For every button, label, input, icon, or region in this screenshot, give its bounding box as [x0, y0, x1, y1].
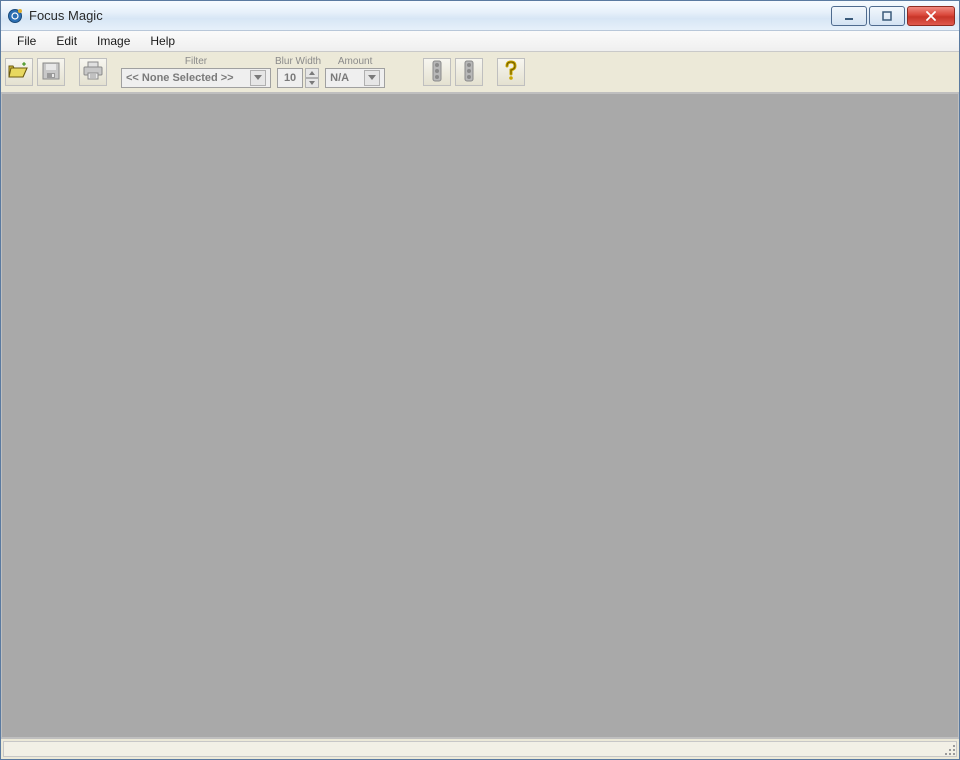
- menu-edit[interactable]: Edit: [46, 31, 87, 51]
- blur-width-value: 10: [277, 68, 303, 88]
- amount-group: Amount N/A: [325, 56, 385, 88]
- open-button[interactable]: [5, 58, 33, 86]
- amount-value: N/A: [330, 72, 349, 84]
- window-title: Focus Magic: [29, 8, 103, 23]
- menu-file[interactable]: File: [7, 31, 46, 51]
- process-before-button: [423, 58, 451, 86]
- amount-label: Amount: [338, 56, 372, 67]
- save-button: [37, 58, 65, 86]
- blur-width-spinner[interactable]: 10: [277, 68, 319, 88]
- app-window: Focus Magic File Edit Image Help: [0, 0, 960, 760]
- app-icon: [7, 8, 23, 24]
- chevron-down-icon: [364, 70, 380, 86]
- blur-width-label: Blur Width: [275, 56, 321, 67]
- help-button[interactable]: [497, 58, 525, 86]
- filter-select[interactable]: << None Selected >>: [121, 68, 271, 88]
- menu-help[interactable]: Help: [140, 31, 185, 51]
- menubar: File Edit Image Help: [1, 31, 959, 52]
- filter-group: Filter << None Selected >>: [121, 56, 271, 88]
- toolbar: Filter << None Selected >> Blur Width 10: [1, 52, 959, 93]
- close-button[interactable]: [907, 6, 955, 26]
- minimize-button[interactable]: [831, 6, 867, 26]
- print-button: [79, 58, 107, 86]
- process-after-button: [455, 58, 483, 86]
- spinner-down-icon[interactable]: [305, 78, 319, 88]
- chevron-down-icon: [250, 70, 266, 86]
- filter-value: << None Selected >>: [126, 72, 234, 84]
- workspace[interactable]: [1, 93, 959, 738]
- resize-grip-icon[interactable]: [941, 741, 957, 757]
- blur-width-group: Blur Width 10: [275, 56, 321, 88]
- open-folder-icon: [8, 62, 30, 83]
- menu-image[interactable]: Image: [87, 31, 140, 51]
- save-icon: [41, 61, 61, 84]
- amount-select[interactable]: N/A: [325, 68, 385, 88]
- help-icon: [503, 60, 519, 85]
- filter-label: Filter: [185, 56, 207, 67]
- titlebar[interactable]: Focus Magic: [1, 1, 959, 31]
- print-icon: [82, 61, 104, 84]
- traffic-light-icon: [462, 60, 476, 85]
- traffic-light-icon: [430, 60, 444, 85]
- statusbar: [1, 738, 959, 759]
- spinner-up-icon[interactable]: [305, 68, 319, 78]
- maximize-button[interactable]: [869, 6, 905, 26]
- status-text: [3, 741, 957, 757]
